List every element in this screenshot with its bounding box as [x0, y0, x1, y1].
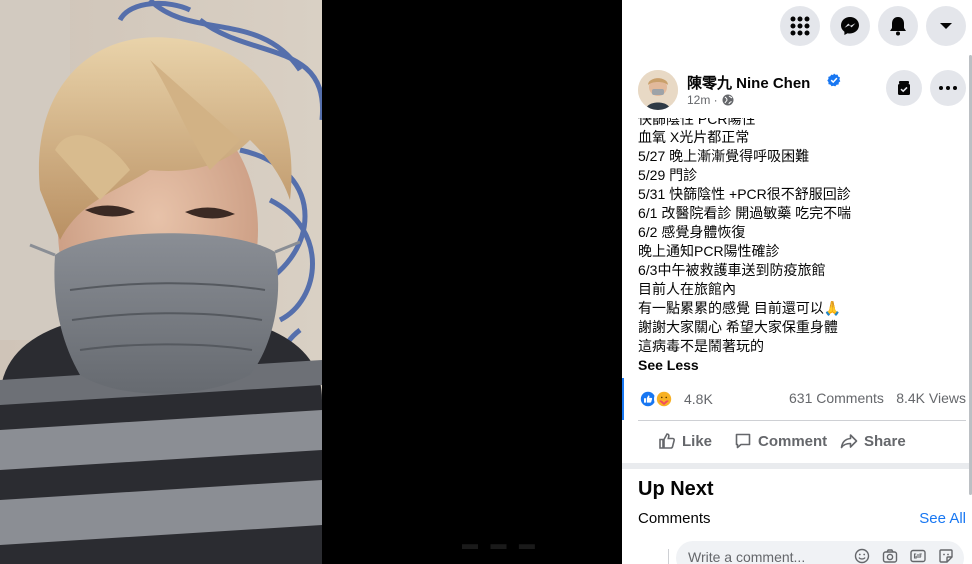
- account-menu-button[interactable]: [926, 6, 966, 46]
- share-button[interactable]: Share: [840, 432, 906, 450]
- comment-count[interactable]: 631 Comments: [789, 390, 884, 406]
- verified-badge-icon: [827, 73, 841, 87]
- up-next-heading: Up Next: [638, 478, 714, 500]
- more-options-icon: [939, 86, 957, 90]
- see-all-link[interactable]: See All: [919, 510, 966, 527]
- video-still-image: [0, 0, 322, 564]
- like-button[interactable]: Like: [658, 432, 712, 450]
- save-post-button[interactable]: [886, 70, 922, 106]
- comments-heading: Comments: [638, 510, 711, 527]
- post-text-line: 6/2 感覺身體恢復: [638, 224, 746, 240]
- top-bar: [622, 0, 972, 52]
- comment-thread-line: [668, 549, 669, 564]
- reaction-count[interactable]: 4.8K: [684, 391, 713, 407]
- emoji-icon[interactable]: [854, 548, 870, 564]
- avatar[interactable]: [638, 70, 678, 110]
- messenger-button[interactable]: [830, 6, 870, 46]
- see-less-link[interactable]: See Less: [638, 356, 958, 375]
- post-side-panel: 陳零九 Nine Chen 12m · 快篩陰性 PCR陽性 血氧 X光片都正常…: [622, 0, 972, 564]
- divider: [638, 420, 966, 421]
- share-label: Share: [864, 432, 906, 450]
- post-text-line: 快篩陰性 PCR陽性: [638, 118, 756, 127]
- post-text-line: 5/31 快篩陰性 +PCR很不舒服回診: [638, 186, 851, 202]
- post-text-line: 5/29 門診: [638, 167, 698, 183]
- grid-menu-icon: [790, 16, 810, 36]
- post-text-line: 這病毒不是鬧著玩的: [638, 338, 764, 354]
- comment-composer[interactable]: [676, 541, 964, 564]
- post-meta: 12m ·: [687, 93, 734, 107]
- video-frame[interactable]: [0, 0, 322, 564]
- post-text-line: 謝謝大家關心 希望大家保重身體: [638, 319, 838, 335]
- globe-icon: [722, 94, 734, 106]
- sticker-icon[interactable]: [938, 548, 954, 564]
- post-text-line: 5/27 晚上漸漸覺得呼吸困難: [638, 148, 810, 164]
- menu-button[interactable]: [780, 6, 820, 46]
- post-text-line: 血氧 X光片都正常: [638, 129, 750, 145]
- comment-button[interactable]: Comment: [734, 432, 827, 450]
- avatar-image: [638, 70, 678, 110]
- like-label: Like: [682, 432, 713, 450]
- comment-input[interactable]: [688, 549, 848, 564]
- post-text-line: 6/1 改醫院看診 開過敏藥 吃完不喘: [638, 205, 852, 221]
- post-actions: Like Comment Share: [638, 425, 966, 461]
- caret-down-icon: [940, 23, 952, 29]
- post-text-line: 6/3中午被救護車送到防疫旅館: [638, 262, 826, 278]
- reactions-summary: 4.8K 631 Comments 8.4K Views: [638, 387, 966, 411]
- thumbs-up-icon: [659, 433, 675, 449]
- notifications-button[interactable]: [878, 6, 918, 46]
- post-text-line: 有一點累累的感覺 目前還可以🙏: [638, 300, 842, 316]
- bell-icon: [890, 17, 906, 36]
- care-reaction-icon: [654, 389, 674, 409]
- focus-indicator: [622, 378, 624, 420]
- reaction-icons[interactable]: [638, 389, 678, 409]
- post-text-line: 目前人在旅館內: [638, 281, 736, 297]
- post-options-button[interactable]: [930, 70, 966, 106]
- post-text-line: 晚上通知PCR陽性確診: [638, 243, 780, 259]
- section-divider: [622, 463, 972, 469]
- messenger-icon: [841, 17, 859, 35]
- author-name[interactable]: 陳零九 Nine Chen: [687, 72, 810, 93]
- share-arrow-icon: [840, 434, 858, 449]
- gif-icon[interactable]: [910, 548, 926, 564]
- bookmark-box-icon: [898, 81, 910, 95]
- comment-bubble-icon: [735, 433, 751, 449]
- post-text: 快篩陰性 PCR陽性 血氧 X光片都正常 5/27 晚上漸漸覺得呼吸困難 5/2…: [638, 118, 958, 375]
- video-player[interactable]: ▬ ▬ ▬: [0, 0, 622, 564]
- view-count: 8.4K Views: [896, 390, 966, 406]
- video-watermark: ▬ ▬ ▬: [462, 536, 539, 553]
- comment-label: Comment: [758, 432, 828, 450]
- camera-icon[interactable]: [882, 548, 898, 564]
- post-time[interactable]: 12m ·: [687, 93, 718, 107]
